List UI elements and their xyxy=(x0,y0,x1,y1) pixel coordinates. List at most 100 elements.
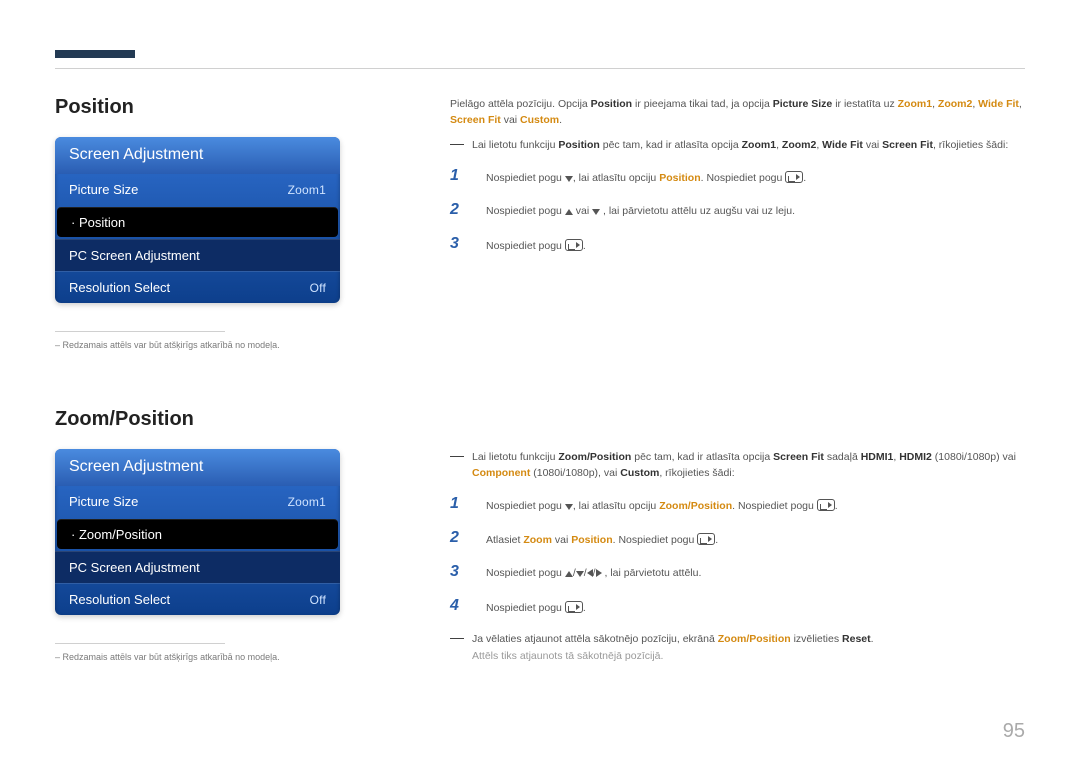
row-label: PC Screen Adjustment xyxy=(69,560,200,575)
down-icon xyxy=(565,176,573,182)
down-icon xyxy=(576,571,584,577)
menu-row-zoom-position[interactable]: · Zoom/Position xyxy=(57,519,338,549)
heading-zoom-position: Zoom/Position xyxy=(55,408,395,431)
step-text: Nospiediet pogu /// , lai pārvietotu att… xyxy=(486,563,701,579)
kw-position: Position xyxy=(558,139,599,151)
row-label: PC Screen Adjustment xyxy=(69,248,200,263)
text: , rīkojieties šādi: xyxy=(659,467,734,479)
menu-row-position[interactable]: · Position xyxy=(57,207,338,237)
text: . Nospiediet pogu xyxy=(613,534,698,546)
up-icon xyxy=(565,209,573,215)
step-number: 1 xyxy=(450,495,464,513)
row-value: Zoom1 xyxy=(288,183,326,197)
text: Lai lietotu funkciju xyxy=(472,451,558,463)
row-label: Resolution Select xyxy=(69,592,170,607)
kw-reset: Reset xyxy=(842,633,871,645)
text: ir pieejama tikai tad, ja opcija xyxy=(632,98,773,110)
menu-row-resolution[interactable]: Resolution Select Off xyxy=(55,583,340,615)
text: (1080i/1080p) vai xyxy=(932,451,1016,463)
enter-icon xyxy=(697,533,715,545)
step-3: 3 Nospiediet pogu . xyxy=(450,235,1025,253)
kw-zoom1: Zoom1 xyxy=(898,98,932,110)
image-note: Redzamais attēls var būt atšķirīgs atkar… xyxy=(55,652,395,662)
kw-zoom-position: Zoom/Position xyxy=(659,500,732,512)
text: Attēls tiks atjaunots tā sākotnējā pozīc… xyxy=(472,650,663,662)
menu-row-pc-screen[interactable]: PC Screen Adjustment xyxy=(55,239,340,271)
kw-picture-size: Picture Size xyxy=(773,98,833,110)
step-number: 2 xyxy=(450,201,464,219)
text: Pielāgo attēla pozīciju. Opcija xyxy=(450,98,591,110)
step-number: 2 xyxy=(450,529,464,547)
page-number: 95 xyxy=(1003,720,1025,743)
text: izvēlieties xyxy=(791,633,842,645)
kw-position: Position xyxy=(571,534,612,546)
text: pēc tam, kad ir atlasīta opcija xyxy=(631,451,773,463)
text: , lai pārvietotu attēlu. xyxy=(602,567,702,579)
text: Ja vēlaties atjaunot attēla sākotnējo po… xyxy=(472,633,718,645)
zoom-section-left: Zoom/Position Screen Adjustment Picture … xyxy=(55,408,395,662)
step-text: Nospiediet pogu vai , lai pārvietotu att… xyxy=(486,201,795,217)
menu-row-picture-size[interactable]: Picture Size Zoom1 xyxy=(55,174,340,205)
menu-row-resolution[interactable]: Resolution Select Off xyxy=(55,271,340,303)
text: vai xyxy=(552,534,571,546)
text: Lai lietotu funkciju xyxy=(472,139,558,151)
header-rule xyxy=(55,68,1025,69)
enter-icon xyxy=(565,601,583,613)
kw-zoom2: Zoom2 xyxy=(938,98,972,110)
text: Nospiediet pogu xyxy=(486,602,565,614)
step-text: Atlasiet Zoom vai Position. Nospiediet p… xyxy=(486,529,718,546)
right-column: Pielāgo attēla pozīciju. Opcija Position… xyxy=(450,96,1025,664)
menu-title: Screen Adjustment xyxy=(55,137,340,174)
step-1: 1 Nospiediet pogu , lai atlasītu opciju … xyxy=(450,167,1025,185)
kw-widefit: Wide Fit xyxy=(978,98,1019,110)
step-4: 4 Nospiediet pogu . xyxy=(450,597,1025,615)
page: Position Screen Adjustment Picture Size … xyxy=(0,0,1080,763)
text: . xyxy=(715,534,718,546)
kw-zoom2: Zoom2 xyxy=(782,139,816,151)
down-icon xyxy=(592,209,600,215)
heading-position: Position xyxy=(55,96,395,119)
text: Nospiediet pogu xyxy=(486,172,565,184)
kw-screenfit: Screen Fit xyxy=(450,114,501,126)
position-intro: Pielāgo attēla pozīciju. Opcija Position… xyxy=(450,96,1025,129)
text: (1080i/1080p), vai xyxy=(530,467,620,479)
enter-icon xyxy=(817,499,835,511)
menu-row-pc-screen[interactable]: PC Screen Adjustment xyxy=(55,551,340,583)
step-2: 2 Atlasiet Zoom vai Position. Nospiediet… xyxy=(450,529,1025,547)
text: Nospiediet pogu xyxy=(486,567,565,579)
text: . xyxy=(583,240,586,252)
step-text: Nospiediet pogu , lai atlasītu opciju Po… xyxy=(486,167,806,184)
separator xyxy=(55,643,225,644)
menu-screen-adjustment-1: Screen Adjustment Picture Size Zoom1 · P… xyxy=(55,137,340,303)
text: , xyxy=(1019,98,1022,110)
kw-widefit: Wide Fit xyxy=(822,139,863,151)
step-number: 1 xyxy=(450,167,464,185)
kw-zoom-position: Zoom/Position xyxy=(558,451,631,463)
row-label: · Position xyxy=(71,215,125,230)
kw-component: Component xyxy=(472,467,530,479)
down-icon xyxy=(565,504,573,510)
kw-zoom: Zoom xyxy=(523,534,552,546)
step-text: Nospiediet pogu . xyxy=(486,597,586,614)
step-text: Nospiediet pogu , lai atlasītu opciju Zo… xyxy=(486,495,838,512)
enter-icon xyxy=(785,171,803,183)
text: , lai atlasītu opciju xyxy=(573,500,659,512)
zoom-dash-note: Lai lietotu funkciju Zoom/Position pēc t… xyxy=(450,449,1025,482)
kw-custom: Custom xyxy=(520,114,559,126)
text: ir iestatīta uz xyxy=(832,98,897,110)
text: . xyxy=(803,172,806,184)
kw-zoom-position: Zoom/Position xyxy=(718,633,791,645)
menu-row-picture-size[interactable]: Picture Size Zoom1 xyxy=(55,486,340,517)
zoom-steps: 1 Nospiediet pogu , lai atlasītu opciju … xyxy=(450,495,1025,615)
kw-screenfit: Screen Fit xyxy=(773,451,824,463)
text: pēc tam, kad ir atlasīta opcija xyxy=(600,139,742,151)
section-marker xyxy=(55,50,135,58)
left-icon xyxy=(587,569,593,577)
row-label: · Zoom/Position xyxy=(71,527,162,542)
text: vai xyxy=(573,205,592,217)
text: , rīkojieties šādi: xyxy=(933,139,1008,151)
text: , lai atlasītu opciju xyxy=(573,172,659,184)
row-value: Off xyxy=(310,593,326,607)
text: Nospiediet pogu xyxy=(486,205,565,217)
text: , lai pārvietotu attēlu uz augšu vai uz … xyxy=(600,205,795,217)
